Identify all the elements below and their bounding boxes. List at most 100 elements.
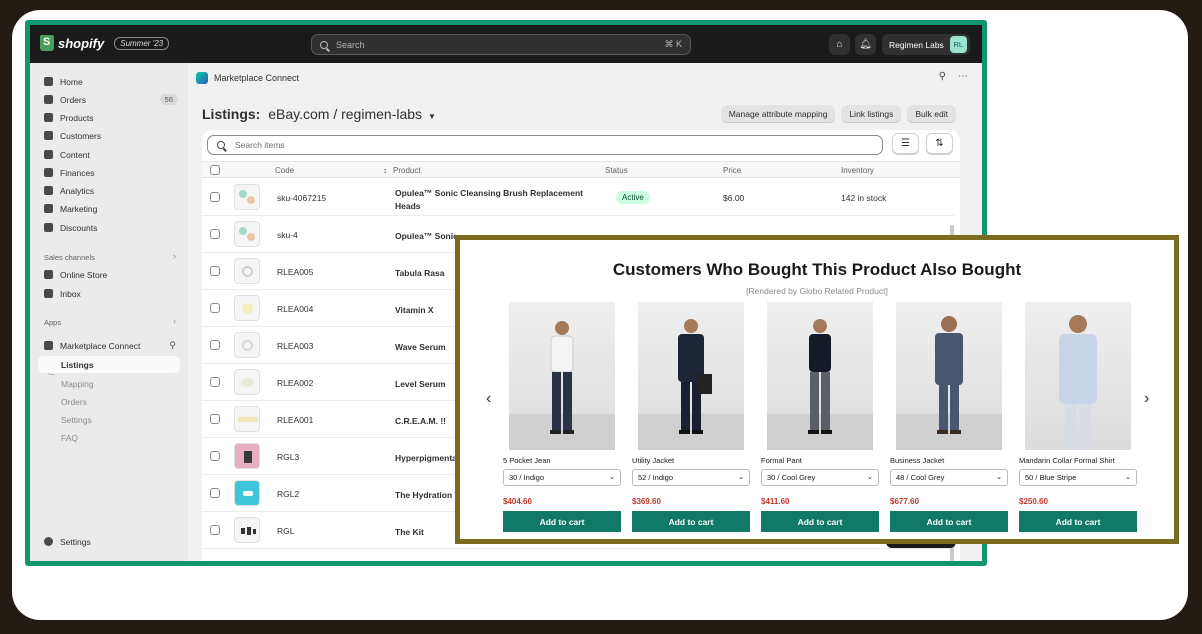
row-checkbox[interactable] — [210, 377, 220, 387]
sidebar-item-settings[interactable]: Settings — [30, 533, 188, 550]
product-photo[interactable] — [638, 302, 744, 450]
orders-icon — [44, 95, 53, 104]
row-checkbox[interactable] — [210, 488, 220, 498]
column-inventory[interactable]: Inventory — [841, 166, 874, 175]
carousel-prev-icon[interactable]: ‹ — [486, 390, 491, 408]
row-checkbox[interactable] — [210, 303, 220, 313]
pin-icon[interactable]: ⚲ — [939, 71, 946, 82]
page-title-prefix: Listings: — [202, 106, 261, 122]
avatar: RL — [949, 36, 967, 53]
sidebar-item-content[interactable]: Content — [30, 146, 188, 163]
sales-channels-heading[interactable]: Sales channels — [44, 253, 95, 262]
sidebar-item-label: Marketplace Connect — [60, 340, 141, 351]
filter-button[interactable]: ☰ — [892, 133, 919, 154]
add-to-cart-button[interactable]: Add to cart — [890, 511, 1008, 532]
row-product[interactable]: Opulea™ Sonic Cleansing Brush Replacemen… — [395, 230, 455, 243]
row-checkbox[interactable] — [210, 414, 220, 424]
chevron-right-icon[interactable]: › — [173, 316, 176, 326]
items-search-input[interactable]: Search items — [207, 135, 883, 155]
sidebar-subitem-faq[interactable]: FAQ — [61, 433, 78, 443]
product-name[interactable]: Utility Jacket — [632, 456, 674, 465]
shopify-bag-icon — [40, 35, 54, 51]
row-checkbox[interactable] — [210, 340, 220, 350]
product-photo[interactable] — [1025, 302, 1131, 450]
row-checkbox[interactable] — [210, 266, 220, 276]
variant-select[interactable]: 50 / Blue Stripe ⌄ — [1019, 469, 1137, 486]
product-name[interactable]: Mandarin Collar Formal Shirt — [1019, 456, 1115, 465]
bank-icon — [44, 168, 53, 177]
search-icon — [320, 40, 328, 49]
notifications-button[interactable]: 🔔︎ — [855, 34, 876, 55]
variant-value: 52 / Indigo — [638, 473, 674, 482]
variant-select[interactable]: 30 / Indigo ⌄ — [503, 469, 621, 486]
product-name[interactable]: Formal Pant — [761, 456, 802, 465]
row-code: RGL2 — [277, 489, 300, 499]
column-status[interactable]: Status — [605, 166, 628, 175]
sidebar-item-customers[interactable]: Customers — [30, 127, 188, 144]
bulk-edit-button[interactable]: Bulk edit — [907, 105, 956, 123]
sidebar-item-inbox[interactable]: Inbox — [30, 285, 188, 302]
sidebar-item-orders[interactable]: Orders 56 — [30, 91, 188, 108]
column-product[interactable]: Product — [393, 166, 421, 175]
sidebar-item-home[interactable]: Home — [30, 73, 188, 90]
chevron-right-icon[interactable]: › — [173, 251, 176, 261]
column-price[interactable]: Price — [723, 166, 741, 175]
sidebar-subitem-listings[interactable]: Listings — [38, 356, 180, 373]
add-to-cart-button[interactable]: Add to cart — [761, 511, 879, 532]
row-product[interactable]: Opulea™ Sonic Cleansing Brush Replacemen… — [395, 187, 595, 213]
sort-button[interactable]: ⇅ — [926, 133, 953, 154]
page-title: Listings: eBay.com / regimen-labs ▼ — [202, 106, 436, 122]
row-checkbox[interactable] — [210, 229, 220, 239]
sidebar-item-marketplace-connect[interactable]: Marketplace Connect ⚲ — [30, 337, 188, 354]
sidebar-item-discounts[interactable]: Discounts — [30, 219, 188, 236]
sidebar-subitem-orders[interactable]: Orders — [61, 397, 87, 407]
sidebar-subitem-settings[interactable]: Settings — [61, 415, 92, 425]
sidebar-item-finances[interactable]: Finances — [30, 164, 188, 181]
add-to-cart-button[interactable]: Add to cart — [1019, 511, 1137, 532]
sidebar-subitem-mapping[interactable]: Mapping — [61, 379, 94, 389]
row-inventory: 142 in stock — [841, 193, 887, 203]
sidebar-item-label: Orders — [60, 94, 86, 105]
column-code[interactable]: Code — [275, 166, 294, 175]
shopify-logo[interactable]: shopify Summer '23 — [40, 35, 170, 51]
product-photo[interactable] — [767, 302, 873, 450]
store-menu[interactable]: Regimen Labs RL — [882, 34, 970, 55]
product-photo[interactable] — [896, 302, 1002, 450]
variant-select[interactable]: 30 / Cool Grey ⌄ — [761, 469, 879, 486]
add-to-cart-button[interactable]: Add to cart — [632, 511, 750, 532]
row-checkbox[interactable] — [210, 525, 220, 535]
product-name[interactable]: Business Jacket — [890, 456, 944, 465]
product-thumbnail — [234, 332, 260, 358]
variant-select[interactable]: 48 / Cool Grey ⌄ — [890, 469, 1008, 486]
variant-select[interactable]: 52 / Indigo ⌄ — [632, 469, 750, 486]
row-checkbox[interactable] — [210, 451, 220, 461]
sidebar-item-products[interactable]: Products — [30, 109, 188, 126]
sidebar-item-online-store[interactable]: Online Store — [30, 266, 188, 283]
row-product[interactable]: The Hydration Trio — [395, 489, 457, 502]
global-search[interactable]: Search ⌘ K — [311, 34, 691, 55]
select-all-checkbox[interactable] — [210, 165, 220, 175]
sidebar-item-analytics[interactable]: Analytics — [30, 182, 188, 199]
more-icon[interactable]: ⋯ — [958, 71, 968, 82]
bell-icon: 🔔︎ — [859, 39, 872, 50]
sidebar-item-marketing[interactable]: Marketing — [30, 200, 188, 217]
orders-count-badge: 56 — [159, 94, 178, 105]
product-name[interactable]: 5 Pocket Jean — [503, 456, 551, 465]
caret-down-icon[interactable]: ▼ — [428, 112, 436, 121]
tag-icon — [44, 113, 53, 122]
pin-icon[interactable]: ⚲ — [169, 340, 176, 351]
row-checkbox[interactable] — [210, 192, 220, 202]
row-product[interactable]: Hyperpigmentation — [395, 452, 457, 465]
product-thumbnail — [234, 295, 260, 321]
account-selector[interactable]: eBay.com / regimen-labs — [268, 106, 422, 122]
product-photo[interactable] — [509, 302, 615, 450]
manage-attribute-mapping-button[interactable]: Manage attribute mapping — [720, 105, 836, 123]
model-figure — [1059, 315, 1097, 450]
table-row[interactable]: sku-4067215 Opulea™ Sonic Cleansing Brus… — [202, 179, 954, 216]
apps-heading[interactable]: Apps — [44, 318, 61, 327]
carousel-next-icon[interactable]: › — [1144, 390, 1149, 408]
sidekick-button[interactable]: ⌂ — [829, 34, 850, 55]
model-figure — [808, 319, 832, 434]
add-to-cart-button[interactable]: Add to cart — [503, 511, 621, 532]
link-listings-button[interactable]: Link listings — [841, 105, 902, 123]
